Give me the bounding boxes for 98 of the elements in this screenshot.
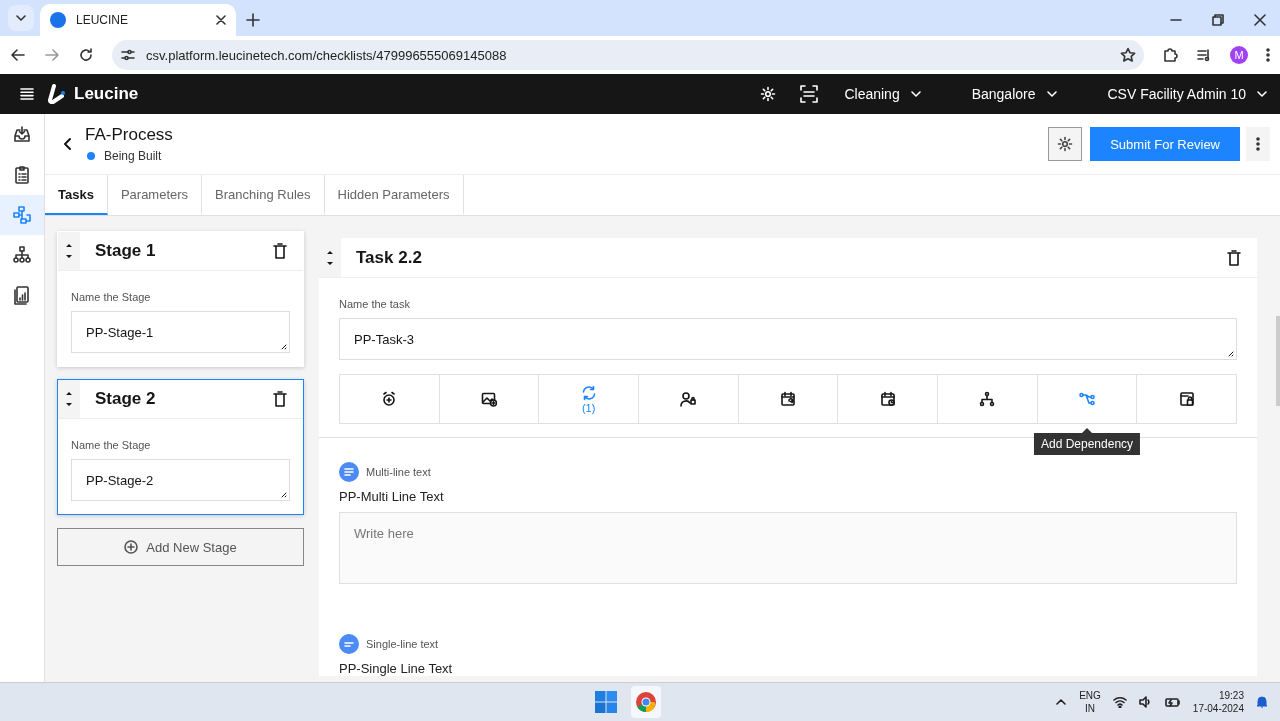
tab[interactable]: Branching Rules bbox=[202, 175, 325, 215]
more-button[interactable] bbox=[1246, 127, 1270, 161]
stage-title: Stage 2 bbox=[95, 389, 156, 409]
media-controls-icon[interactable] bbox=[1196, 47, 1212, 63]
close-icon[interactable] bbox=[1254, 14, 1266, 26]
header-dropdown[interactable]: Cleaning bbox=[844, 86, 922, 102]
header-dropdown[interactable]: CSV Facility Admin 10 bbox=[1107, 86, 1268, 102]
restore-icon[interactable] bbox=[1212, 14, 1224, 26]
close-icon[interactable] bbox=[216, 15, 226, 25]
speaker-icon[interactable] bbox=[1138, 696, 1153, 708]
task-title: Task 2.2 bbox=[356, 247, 422, 268]
back-arrow-icon[interactable] bbox=[10, 47, 26, 63]
action-count: (1) bbox=[581, 401, 596, 414]
submit-button[interactable]: Submit For Review bbox=[1090, 127, 1240, 161]
parameter-type-label: Multi-line text bbox=[366, 466, 431, 478]
resize-handle-icon bbox=[281, 344, 287, 350]
url-text: csv.platform.leucinetech.com/checklists/479996555069145088 bbox=[146, 47, 508, 63]
status-label: Being Built bbox=[104, 149, 162, 163]
task-name-field[interactable]: PP-Task-3 bbox=[339, 318, 1237, 360]
chrome-taskbar-icon[interactable] bbox=[630, 686, 661, 718]
browser-tab[interactable]: LEUCINE bbox=[40, 4, 236, 36]
inbox-icon bbox=[12, 125, 32, 145]
hierarchy-icon bbox=[12, 245, 32, 265]
scan-icon[interactable] bbox=[800, 85, 819, 103]
address-bar[interactable]: csv.platform.leucinetech.com/checklists/479996555069145088 bbox=[112, 40, 1144, 70]
field-label: Name the Stage bbox=[71, 291, 152, 303]
assignee-icon bbox=[680, 391, 697, 407]
lock-icon bbox=[1178, 391, 1195, 407]
more-options-icon bbox=[1256, 137, 1260, 151]
stage-title: Stage 1 bbox=[95, 241, 156, 261]
field-label: Name the Stage bbox=[71, 439, 152, 451]
tab-list-button[interactable] bbox=[8, 5, 34, 31]
resize-handle-icon bbox=[1228, 351, 1234, 357]
brand-name: Leucine bbox=[74, 84, 139, 104]
checklist-title: FA-Process bbox=[85, 125, 173, 145]
stage-name-field[interactable]: PP-Stage-1 bbox=[71, 311, 290, 353]
back-chevron-icon[interactable] bbox=[63, 137, 73, 151]
settings-button[interactable] bbox=[1048, 127, 1083, 161]
reorder-arrows-icon[interactable] bbox=[58, 232, 80, 270]
forward-arrow-icon[interactable] bbox=[44, 47, 60, 63]
task-action-button[interactable]: (1) bbox=[539, 375, 639, 423]
chevron-down-icon bbox=[1045, 88, 1058, 100]
site-settings-icon bbox=[120, 47, 136, 63]
scrollbar[interactable] bbox=[1276, 316, 1280, 406]
process-icon bbox=[12, 205, 32, 225]
menu-icon[interactable] bbox=[20, 88, 34, 100]
notification-bell-icon[interactable] bbox=[1256, 695, 1268, 709]
tab-title: LEUCINE bbox=[76, 13, 129, 27]
timer-icon bbox=[381, 391, 398, 407]
battery-icon[interactable] bbox=[1164, 696, 1181, 708]
chevron-down-icon bbox=[15, 12, 27, 24]
tab[interactable]: Parameters bbox=[107, 175, 203, 215]
reload-icon[interactable] bbox=[78, 47, 94, 63]
windows-start-icon[interactable] bbox=[594, 691, 617, 713]
trash-icon[interactable] bbox=[1227, 249, 1241, 266]
media-icon bbox=[481, 391, 497, 407]
trash-icon[interactable] bbox=[273, 391, 287, 407]
more-options-icon[interactable] bbox=[1266, 47, 1270, 63]
extensions-icon[interactable] bbox=[1162, 47, 1178, 63]
dependency-icon bbox=[1079, 391, 1096, 407]
recurrence-icon bbox=[580, 384, 597, 401]
trash-icon[interactable] bbox=[273, 243, 287, 259]
bookmark-star-icon[interactable] bbox=[1120, 47, 1136, 63]
paragraph-icon bbox=[339, 462, 359, 482]
text-area-field[interactable]: Write here bbox=[339, 512, 1237, 584]
language-indicator[interactable]: ENG IN bbox=[1079, 689, 1101, 715]
parameter-type-label: Single-line text bbox=[366, 638, 439, 650]
checklist-icon bbox=[12, 165, 32, 185]
leucine-logo-icon bbox=[48, 84, 68, 104]
settings-icon bbox=[1057, 136, 1074, 152]
parameter-label: PP-Multi Line Text bbox=[339, 489, 445, 504]
tab[interactable]: Hidden Parameters bbox=[324, 175, 464, 215]
plus-icon[interactable] bbox=[246, 13, 260, 27]
leucine-favicon-icon bbox=[50, 12, 66, 28]
chevron-down-icon bbox=[909, 88, 922, 100]
stage-card[interactable]: Stage 1 Name the Stage PP-Stage-1 bbox=[57, 231, 304, 367]
schedule-icon bbox=[780, 391, 796, 407]
stage-card[interactable]: Stage 2 Name the Stage PP-Stage-2 bbox=[57, 379, 304, 515]
chevron-down-icon bbox=[1256, 88, 1268, 100]
wifi-icon[interactable] bbox=[1112, 696, 1127, 708]
resize-handle-icon bbox=[281, 492, 287, 498]
reorder-arrows-icon[interactable] bbox=[58, 380, 80, 418]
tooltip: Add Dependency bbox=[1034, 433, 1141, 455]
settings-icon[interactable] bbox=[760, 86, 777, 102]
add-stage-button[interactable]: Add New Stage bbox=[57, 528, 304, 566]
parameter-label: PP-Single Line Text bbox=[339, 661, 454, 676]
header-dropdown[interactable]: Bangalore bbox=[971, 86, 1058, 102]
clock[interactable]: 19:23 17-04-2024 bbox=[1192, 689, 1244, 715]
status-dot bbox=[87, 152, 95, 160]
branch-icon bbox=[979, 391, 996, 407]
stage-name-field[interactable]: PP-Stage-2 bbox=[71, 459, 290, 501]
plus-circle-icon bbox=[124, 540, 139, 554]
due-icon bbox=[879, 391, 896, 407]
reports-icon bbox=[12, 285, 32, 305]
field-label: Name the task bbox=[339, 298, 411, 310]
chevron-up-icon[interactable] bbox=[1055, 696, 1068, 708]
profile-avatar[interactable]: M bbox=[1230, 46, 1248, 64]
short-text-icon bbox=[339, 634, 359, 654]
